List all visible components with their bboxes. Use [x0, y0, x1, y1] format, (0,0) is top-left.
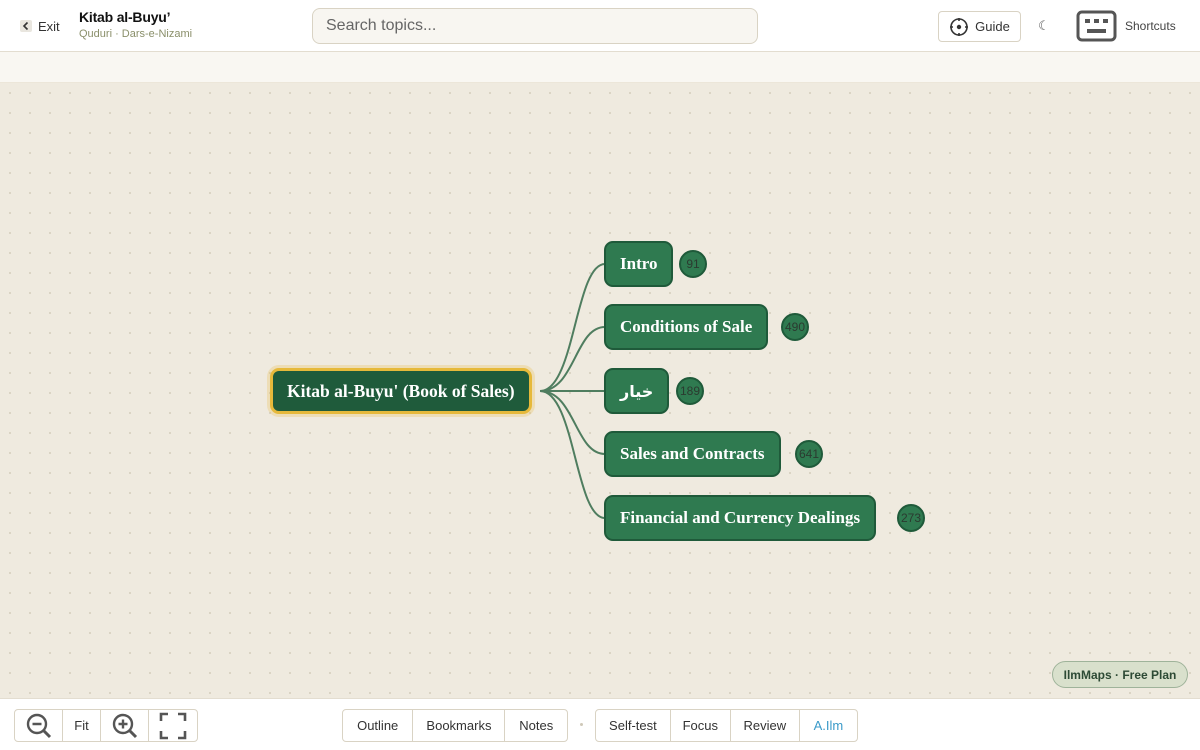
zoom-out-button[interactable]	[15, 710, 63, 741]
count-badge: 91	[679, 250, 707, 278]
search-input[interactable]	[312, 8, 758, 44]
outline-button[interactable]: Outline	[343, 710, 414, 741]
node-financial-and-currency-dealings[interactable]: Financial and Currency Dealings	[604, 495, 877, 541]
count-badge: 273	[897, 504, 925, 532]
zoom-in-icon	[112, 713, 137, 738]
study-controls: Self-test Focus Review A.Ilm	[595, 709, 858, 742]
bookmarks-button[interactable]: Bookmarks	[413, 710, 506, 741]
review-button[interactable]: Review	[731, 710, 800, 741]
zoom-out-icon	[26, 713, 51, 738]
node-khiyar[interactable]: خيار	[604, 368, 670, 414]
self-test-button[interactable]: Self-test	[596, 710, 671, 741]
top-header: Exit Kitab al-Buyu’ Quduri · Dars-e-Niza…	[0, 0, 1200, 52]
node-conditions-of-sale[interactable]: Conditions of Sale	[604, 304, 769, 350]
fit-button[interactable]: Fit	[63, 710, 101, 741]
sub-toolbar	[0, 52, 1200, 83]
count-badge: 189	[676, 377, 704, 405]
node-sales-and-contracts[interactable]: Sales and Contracts	[604, 431, 781, 477]
title-block: Kitab al-Buyu’ Quduri · Dars-e-Nizami	[79, 9, 192, 40]
node-label: Conditions of Sale	[620, 317, 753, 336]
page-title: Kitab al-Buyu’	[79, 9, 171, 25]
focus-button[interactable]: Focus	[671, 710, 731, 741]
moon-icon: ☾	[1038, 18, 1050, 33]
shortcuts-label: Shortcuts	[1125, 19, 1176, 33]
guide-label: Guide	[975, 19, 1010, 34]
mindmap-canvas[interactable]	[0, 83, 1200, 698]
node-label: خيار	[620, 381, 654, 401]
chevron-left-icon	[20, 20, 32, 32]
root-node-label: Kitab al-Buyu' (Book of Sales)	[287, 380, 515, 401]
plan-badge[interactable]: IlmMaps · Free Plan	[1052, 661, 1188, 688]
exit-label: Exit	[38, 18, 60, 34]
keyboard-icon	[1076, 10, 1117, 42]
count-badge: 490	[781, 313, 809, 341]
zoom-in-button[interactable]	[101, 710, 149, 741]
fullscreen-icon	[159, 712, 187, 739]
notes-button[interactable]: Notes	[505, 710, 567, 741]
panel-controls: Outline Bookmarks Notes	[342, 709, 568, 742]
node-intro[interactable]: Intro	[604, 241, 674, 287]
node-label: Sales and Contracts	[620, 444, 765, 463]
separator-dot	[580, 723, 583, 726]
node-label: Intro	[620, 254, 658, 273]
ai-ilm-button[interactable]: A.Ilm	[800, 710, 857, 741]
guide-button[interactable]: Guide	[938, 11, 1021, 42]
root-node[interactable]: Kitab al-Buyu' (Book of Sales)	[270, 368, 532, 414]
bottom-toolbar: Fit Outline Bookmarks Notes Self-test Fo…	[0, 698, 1200, 750]
zoom-controls: Fit	[14, 709, 198, 742]
fit-label: Fit	[74, 718, 89, 733]
node-label: Financial and Currency Dealings	[620, 508, 861, 527]
shortcuts-button[interactable]: Shortcuts	[1076, 10, 1176, 42]
theme-toggle-button[interactable]: ☾	[1036, 17, 1052, 35]
page-subtitle: Quduri · Dars-e-Nizami	[79, 28, 193, 40]
count-badge: 641	[795, 440, 823, 468]
fullscreen-button[interactable]	[149, 710, 197, 741]
compass-icon	[950, 17, 969, 36]
exit-button[interactable]: Exit	[20, 15, 60, 37]
